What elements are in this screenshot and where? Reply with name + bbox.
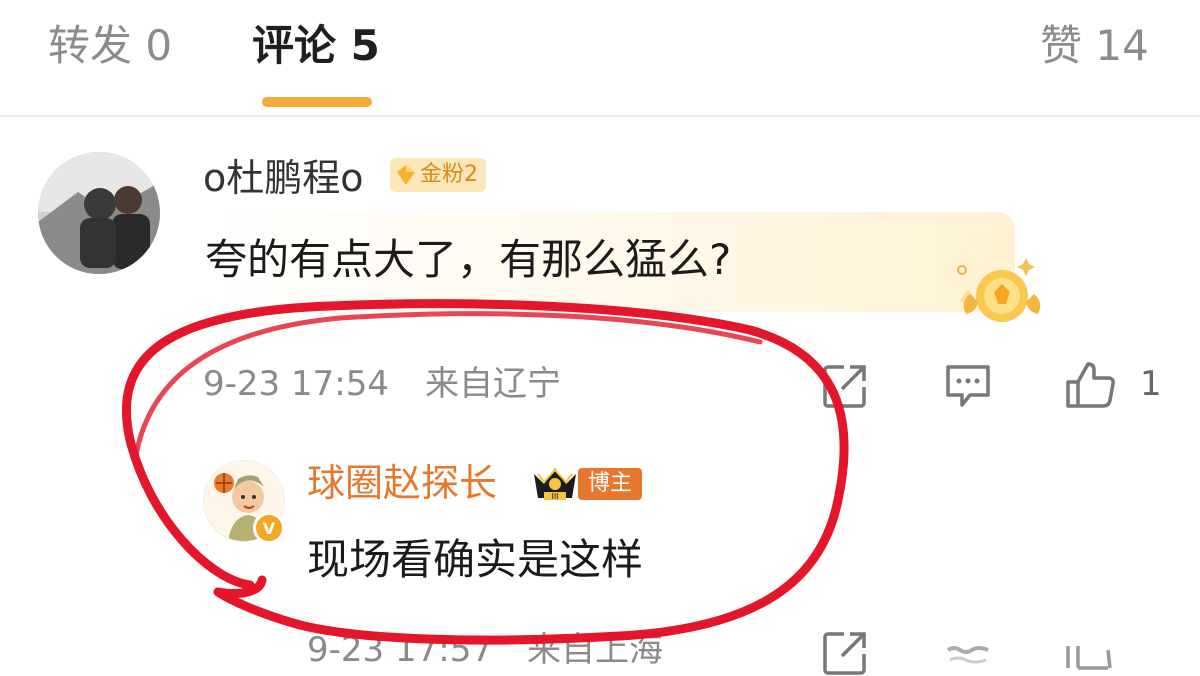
- diamond-icon: [397, 165, 415, 185]
- tab-likes[interactable]: 赞 14: [1040, 16, 1149, 76]
- tab-comments[interactable]: 评论 5: [252, 16, 380, 76]
- fan-badge[interactable]: 金粉2: [390, 158, 486, 192]
- active-tab-indicator: [262, 97, 372, 107]
- tab-repost[interactable]: 转发 0: [48, 16, 172, 76]
- comment-time: 9-23 17:54: [203, 364, 389, 404]
- reply-share-icon[interactable]: [822, 630, 868, 676]
- crown-level: III: [551, 492, 558, 501]
- reply-location: 来自上海: [527, 630, 663, 670]
- avatar[interactable]: [38, 152, 160, 274]
- reply-text: 现场看确实是这样: [307, 535, 644, 584]
- blogger-badge: 博主: [578, 468, 643, 500]
- reply-comment-icon[interactable]: [944, 640, 992, 670]
- comment-username[interactable]: o杜鹏程o: [203, 153, 364, 203]
- tab-bar: 转发 0 评论 5 赞 14: [0, 0, 1200, 117]
- fan-badge-label: 金粉2: [420, 162, 478, 187]
- crown-icon: III: [534, 468, 576, 501]
- verified-icon: V: [253, 512, 285, 544]
- reply-username[interactable]: 球圈赵探长: [307, 456, 497, 510]
- comment-location: 来自辽宁: [425, 364, 561, 404]
- reply-time: 9-23 17:57: [307, 630, 493, 670]
- share-icon[interactable]: [822, 363, 868, 409]
- reply-like-icon[interactable]: [1064, 640, 1118, 670]
- comment-text: 夸的有点大了，有那么猛么?: [205, 235, 732, 284]
- like-icon[interactable]: [1064, 360, 1118, 410]
- gold-fan-decoration-icon: [957, 258, 1041, 322]
- comment-icon[interactable]: [944, 363, 992, 409]
- like-count: 1: [1140, 364, 1162, 404]
